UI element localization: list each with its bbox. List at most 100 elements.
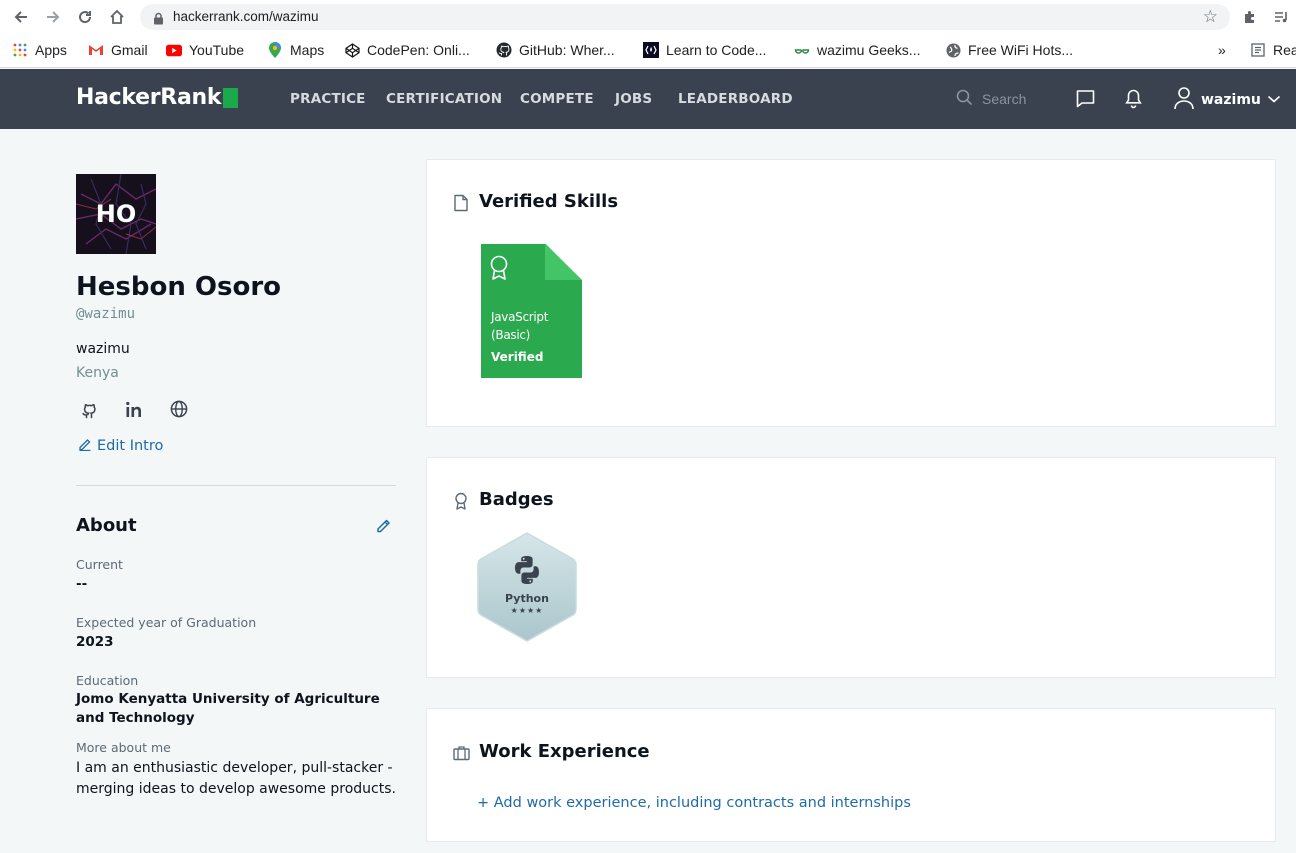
bookmark-geeksforgeeks[interactable]: wazimu Geeks... xyxy=(794,40,920,60)
pencil-icon xyxy=(78,437,92,455)
maps-pin-icon xyxy=(267,42,283,58)
logo-block-icon xyxy=(223,87,239,108)
search-input[interactable]: Search xyxy=(982,91,1026,107)
back-arrow-icon[interactable] xyxy=(10,6,32,28)
more-about-me-label: More about me xyxy=(76,740,171,755)
verified-skills-card: Verified Skills JavaScript (Basic) Verif… xyxy=(426,159,1276,427)
about-heading: About xyxy=(76,515,137,536)
work-experience-heading: Work Experience xyxy=(479,741,650,762)
skill-name: JavaScript (Basic) xyxy=(491,310,549,342)
current-value: -- xyxy=(76,576,88,592)
bookmark-apps[interactable]: Apps xyxy=(12,40,67,60)
bookmarks-bar: Apps Gmail YouTube Maps CodePen: Onli... xyxy=(0,36,1296,64)
lock-icon xyxy=(153,10,164,29)
education-label: Education xyxy=(76,673,139,688)
overflow-chevron-icon: » xyxy=(1218,42,1226,58)
website-globe-icon[interactable] xyxy=(167,398,191,420)
nav-certification[interactable]: CERTIFICATION xyxy=(386,91,502,107)
search-icon xyxy=(956,89,973,109)
notifications-bell-icon[interactable] xyxy=(1123,88,1145,110)
youtube-icon xyxy=(166,42,182,58)
profile-name: Hesbon Osoro xyxy=(76,272,282,302)
reading-list-button[interactable]: Rea xyxy=(1250,40,1296,60)
avatar[interactable]: HO xyxy=(76,174,156,254)
bookmark-youtube[interactable]: YouTube xyxy=(166,40,244,60)
geeksforgeeks-icon xyxy=(794,42,810,58)
nav-compete[interactable]: COMPETE xyxy=(520,91,594,107)
bookmark-label: CodePen: Onli... xyxy=(367,42,470,58)
skill-certificate[interactable]: JavaScript (Basic) Verified xyxy=(481,244,582,378)
badges-card: Badges Python ★★★★ xyxy=(426,457,1276,678)
browser-toolbar: hackerrank.com/wazimu ☆ xyxy=(0,0,1296,34)
github-icon[interactable] xyxy=(77,398,101,420)
chevron-down-icon xyxy=(1267,92,1281,108)
github-icon xyxy=(496,42,512,58)
bookmark-label: Maps xyxy=(290,42,325,58)
badge-ribbon-icon xyxy=(453,492,469,510)
python-icon xyxy=(511,554,543,590)
reading-list-icon xyxy=(1250,42,1266,58)
python-badge[interactable]: Python ★★★★ xyxy=(475,530,579,644)
bookmark-freecodecamp[interactable]: Learn to Code... xyxy=(643,40,766,60)
bookmark-free-wifi[interactable]: Free WiFi Hots... xyxy=(945,40,1073,60)
document-icon xyxy=(453,194,469,212)
site-header: HackerRank PRACTICE CERTIFICATION COMPET… xyxy=(0,69,1296,129)
extensions-puzzle-icon[interactable] xyxy=(1239,6,1261,28)
bookmark-star-icon[interactable]: ☆ xyxy=(1203,7,1218,27)
forward-arrow-icon[interactable] xyxy=(42,6,64,28)
user-icon xyxy=(1173,86,1195,114)
profile-username: wazimu xyxy=(76,341,130,357)
edit-intro-link[interactable]: Edit Intro xyxy=(78,437,163,455)
graduation-year-value: 2023 xyxy=(76,634,114,650)
more-about-me-value: I am an enthusiastic developer, pull-sta… xyxy=(76,760,396,797)
bookmark-gmail[interactable]: Gmail xyxy=(88,40,148,60)
apps-grid-icon xyxy=(12,42,28,58)
profile-country: Kenya xyxy=(76,365,119,381)
edit-intro-label: Edit Intro xyxy=(97,438,164,454)
media-control-icon[interactable] xyxy=(1270,6,1292,28)
bookmarks-overflow-button[interactable]: » xyxy=(1218,40,1226,60)
browser-chrome: hackerrank.com/wazimu ☆ Apps Gmail YouTu… xyxy=(0,0,1296,68)
badge-stars: ★★★★ xyxy=(510,606,544,615)
avatar-initials: HO xyxy=(95,200,137,228)
bookmark-label: Apps xyxy=(35,42,67,58)
address-bar[interactable]: hackerrank.com/wazimu ☆ xyxy=(140,4,1230,30)
user-menu-name: wazimu xyxy=(1201,92,1261,108)
edit-about-pencil-icon[interactable] xyxy=(375,517,393,535)
freecodecamp-icon xyxy=(643,42,659,58)
nav-leaderboard[interactable]: LEADERBOARD xyxy=(678,91,793,107)
bookmark-label: YouTube xyxy=(189,42,245,58)
nav-jobs[interactable]: JOBS xyxy=(615,91,652,107)
messages-icon[interactable] xyxy=(1075,88,1097,110)
badges-heading: Badges xyxy=(479,489,554,510)
bookmark-label: Learn to Code... xyxy=(666,42,767,58)
badge-name: Python xyxy=(505,592,549,605)
bookmark-label: Free WiFi Hots... xyxy=(968,42,1074,58)
linkedin-icon[interactable] xyxy=(122,398,146,420)
bookmark-maps[interactable]: Maps xyxy=(267,40,324,60)
hackerrank-logo[interactable]: HackerRank xyxy=(76,85,239,110)
current-label: Current xyxy=(76,557,123,572)
bookmark-label: Gmail xyxy=(111,42,148,58)
profile-divider xyxy=(76,485,396,486)
work-experience-card: Work Experience + Add work experience, i… xyxy=(426,708,1276,842)
reading-list-label: Rea xyxy=(1273,42,1296,58)
bookmark-label: GitHub: Wher... xyxy=(519,42,615,58)
skill-status: Verified xyxy=(491,350,544,364)
nav-practice[interactable]: PRACTICE xyxy=(290,91,366,107)
add-work-experience-link[interactable]: + Add work experience, including contrac… xyxy=(477,795,911,811)
home-icon[interactable] xyxy=(106,6,128,28)
certificate-fold xyxy=(545,244,582,280)
reload-icon[interactable] xyxy=(74,6,96,28)
user-menu[interactable]: wazimu xyxy=(1173,86,1281,114)
header-search[interactable]: Search xyxy=(956,89,1026,109)
logo-text: HackerRank xyxy=(76,85,222,110)
bookmark-codepen[interactable]: CodePen: Onli... xyxy=(344,40,470,60)
award-ribbon-icon xyxy=(489,255,509,285)
bookmark-github[interactable]: GitHub: Wher... xyxy=(496,40,615,60)
codepen-icon xyxy=(344,42,360,58)
briefcase-icon xyxy=(453,745,470,763)
graduation-year-label: Expected year of Graduation xyxy=(76,615,257,630)
profile-handle: @wazimu xyxy=(76,306,136,322)
verified-skills-heading: Verified Skills xyxy=(479,191,619,212)
